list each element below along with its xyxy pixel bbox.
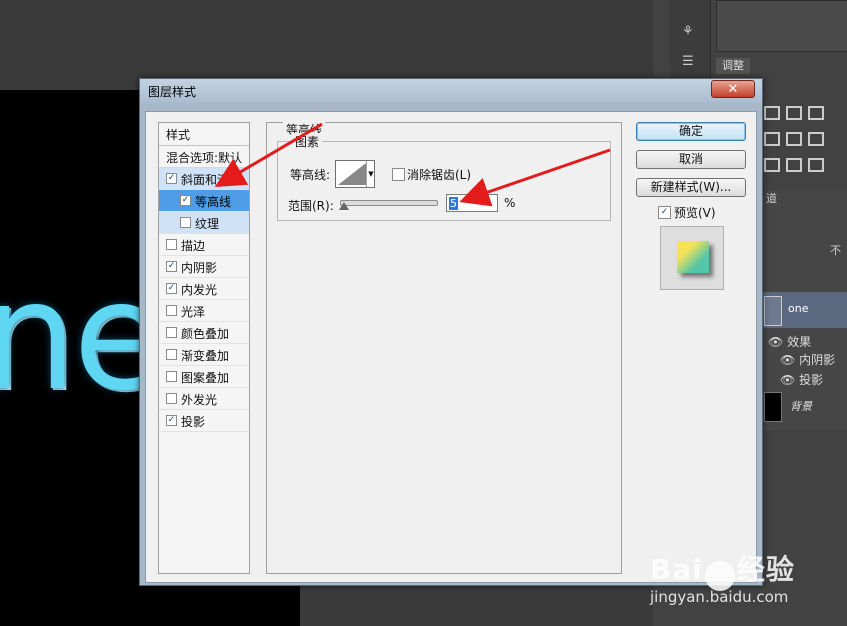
style-item-color-overlay[interactable]: 颜色叠加 bbox=[159, 322, 249, 344]
style-item-contour[interactable]: ✓ 等高线 bbox=[159, 190, 249, 212]
tab-channels[interactable]: 道 bbox=[766, 190, 777, 206]
paw-logo-icon bbox=[704, 560, 735, 591]
photo-filter-icon[interactable] bbox=[808, 132, 824, 146]
layer-thumbnail bbox=[764, 392, 782, 422]
style-item-gradient-overlay[interactable]: 渐变叠加 bbox=[159, 344, 249, 366]
range-slider[interactable] bbox=[340, 200, 438, 206]
styles-header[interactable]: 样式 bbox=[159, 123, 249, 146]
checkbox[interactable] bbox=[166, 327, 177, 338]
tab-adjustments[interactable]: 调整 bbox=[716, 58, 750, 74]
curves-icon[interactable] bbox=[808, 106, 824, 120]
checkbox[interactable] bbox=[166, 305, 177, 316]
layers-panel: 道 不 one 👁 效果 👁 内阴影 👁 投影 背景 bbox=[760, 190, 847, 430]
effects-label[interactable]: 👁 效果 bbox=[768, 333, 811, 350]
range-slider-handle[interactable] bbox=[339, 202, 349, 210]
contour-picker[interactable]: ▼ bbox=[335, 160, 375, 188]
style-item-bevel-emboss[interactable]: ✓ 斜面和浮雕 bbox=[159, 168, 249, 190]
tool-presets-icon[interactable]: ☰ bbox=[682, 54, 698, 69]
invert-icon[interactable] bbox=[764, 158, 780, 172]
brightness-icon[interactable] bbox=[764, 106, 780, 120]
elements-group: 图素 等高线: ▼ 消除锯齿(L) 范围(R): 5 % bbox=[277, 133, 611, 221]
checkbox[interactable]: ✓ bbox=[166, 283, 177, 294]
layer-name: one bbox=[788, 302, 809, 315]
checkbox[interactable]: ✓ bbox=[180, 195, 191, 206]
range-label: 范围(R): bbox=[288, 199, 334, 213]
dialog-body: 样式 混合选项:默认 ✓ 斜面和浮雕 ✓ 等高线 纹理 描边 ✓ 内阴影 ✓ 内发光 光… bbox=[145, 111, 757, 583]
style-item-stroke[interactable]: 描边 bbox=[159, 234, 249, 256]
contour-settings-panel: 等高线 图素 等高线: ▼ 消除锯齿(L) 范围(R): 5 % bbox=[266, 121, 622, 574]
chevron-down-icon[interactable]: ▼ bbox=[366, 161, 375, 187]
layer-thumbnail bbox=[764, 296, 782, 326]
dialog-titlebar[interactable]: 图层样式 ✕ bbox=[140, 79, 762, 103]
preview-checkbox[interactable]: ✓ bbox=[658, 206, 671, 219]
fx-drop-shadow[interactable]: 👁 投影 bbox=[780, 371, 823, 388]
sub-group-title: 图素 bbox=[292, 133, 323, 150]
styles-list: 样式 混合选项:默认 ✓ 斜面和浮雕 ✓ 等高线 纹理 描边 ✓ 内阴影 ✓ 内发光 光… bbox=[158, 122, 250, 574]
color-balance-icon[interactable] bbox=[764, 132, 780, 146]
layer-row-one[interactable]: one bbox=[760, 292, 847, 328]
checkbox[interactable] bbox=[166, 371, 177, 382]
blending-options-item[interactable]: 混合选项:默认 bbox=[159, 145, 249, 168]
cancel-button[interactable]: 取消 bbox=[636, 150, 746, 169]
preview-swatch bbox=[677, 241, 709, 273]
blend-mode-select[interactable]: 不 bbox=[830, 242, 841, 258]
close-icon: ✕ bbox=[727, 82, 739, 97]
anti-alias-checkbox[interactable] bbox=[392, 168, 405, 181]
checkbox[interactable]: ✓ bbox=[166, 415, 177, 426]
layer-name: 背景 bbox=[790, 400, 812, 413]
dialog-title: 图层样式 bbox=[148, 85, 197, 99]
style-item-inner-glow[interactable]: ✓ 内发光 bbox=[159, 278, 249, 300]
watermark-url: jingyan.baidu.com bbox=[650, 588, 789, 606]
canvas-text-layer: ne bbox=[0, 250, 165, 424]
contour-label: 等高线: bbox=[290, 168, 331, 182]
checkbox[interactable] bbox=[166, 349, 177, 360]
fx-inner-shadow[interactable]: 👁 内阴影 bbox=[780, 351, 835, 368]
checkbox[interactable]: ✓ bbox=[166, 173, 177, 184]
style-item-texture[interactable]: 纹理 bbox=[159, 212, 249, 234]
checkbox[interactable] bbox=[166, 393, 177, 404]
baidu-watermark: Bai 经验 jingyan.baidu.com bbox=[650, 553, 795, 606]
levels-icon[interactable] bbox=[786, 106, 802, 120]
style-item-pattern-overlay[interactable]: 图案叠加 bbox=[159, 366, 249, 388]
layer-style-dialog: 图层样式 ✕ 样式 混合选项:默认 ✓ 斜面和浮雕 ✓ 等高线 纹理 描边 ✓ 内阴影… bbox=[139, 78, 763, 586]
new-style-button[interactable]: 新建样式(W)... bbox=[636, 178, 746, 197]
gradient-map-icon[interactable] bbox=[808, 158, 824, 172]
checkbox[interactable] bbox=[166, 239, 177, 250]
posterize-icon[interactable] bbox=[786, 158, 802, 172]
range-unit: % bbox=[504, 196, 516, 210]
panel-tool-strip: ⚘ ☰ bbox=[670, 0, 711, 90]
style-item-inner-shadow[interactable]: ✓ 内阴影 bbox=[159, 256, 249, 278]
contour-curve-icon bbox=[338, 163, 366, 185]
layer-row-background[interactable]: 背景 bbox=[760, 388, 847, 424]
style-preview bbox=[660, 226, 724, 290]
style-item-drop-shadow[interactable]: ✓ 投影 bbox=[159, 410, 249, 432]
preview-label: 预览(V) bbox=[674, 206, 716, 220]
ok-button[interactable]: 确定 bbox=[636, 122, 746, 141]
navigator-preview bbox=[716, 0, 847, 52]
checkbox[interactable]: ✓ bbox=[166, 261, 177, 272]
checkbox[interactable] bbox=[180, 217, 191, 228]
adjustment-icons bbox=[760, 100, 847, 180]
anti-alias-label: 消除锯齿(L) bbox=[407, 168, 472, 182]
black-white-icon[interactable] bbox=[786, 132, 802, 146]
brush-preset-icon[interactable]: ⚘ bbox=[682, 24, 698, 39]
style-item-outer-glow[interactable]: 外发光 bbox=[159, 388, 249, 410]
range-input[interactable]: 5 bbox=[446, 194, 498, 212]
range-value: 5 bbox=[449, 197, 458, 210]
close-button[interactable]: ✕ bbox=[711, 80, 755, 98]
style-item-satin[interactable]: 光泽 bbox=[159, 300, 249, 322]
